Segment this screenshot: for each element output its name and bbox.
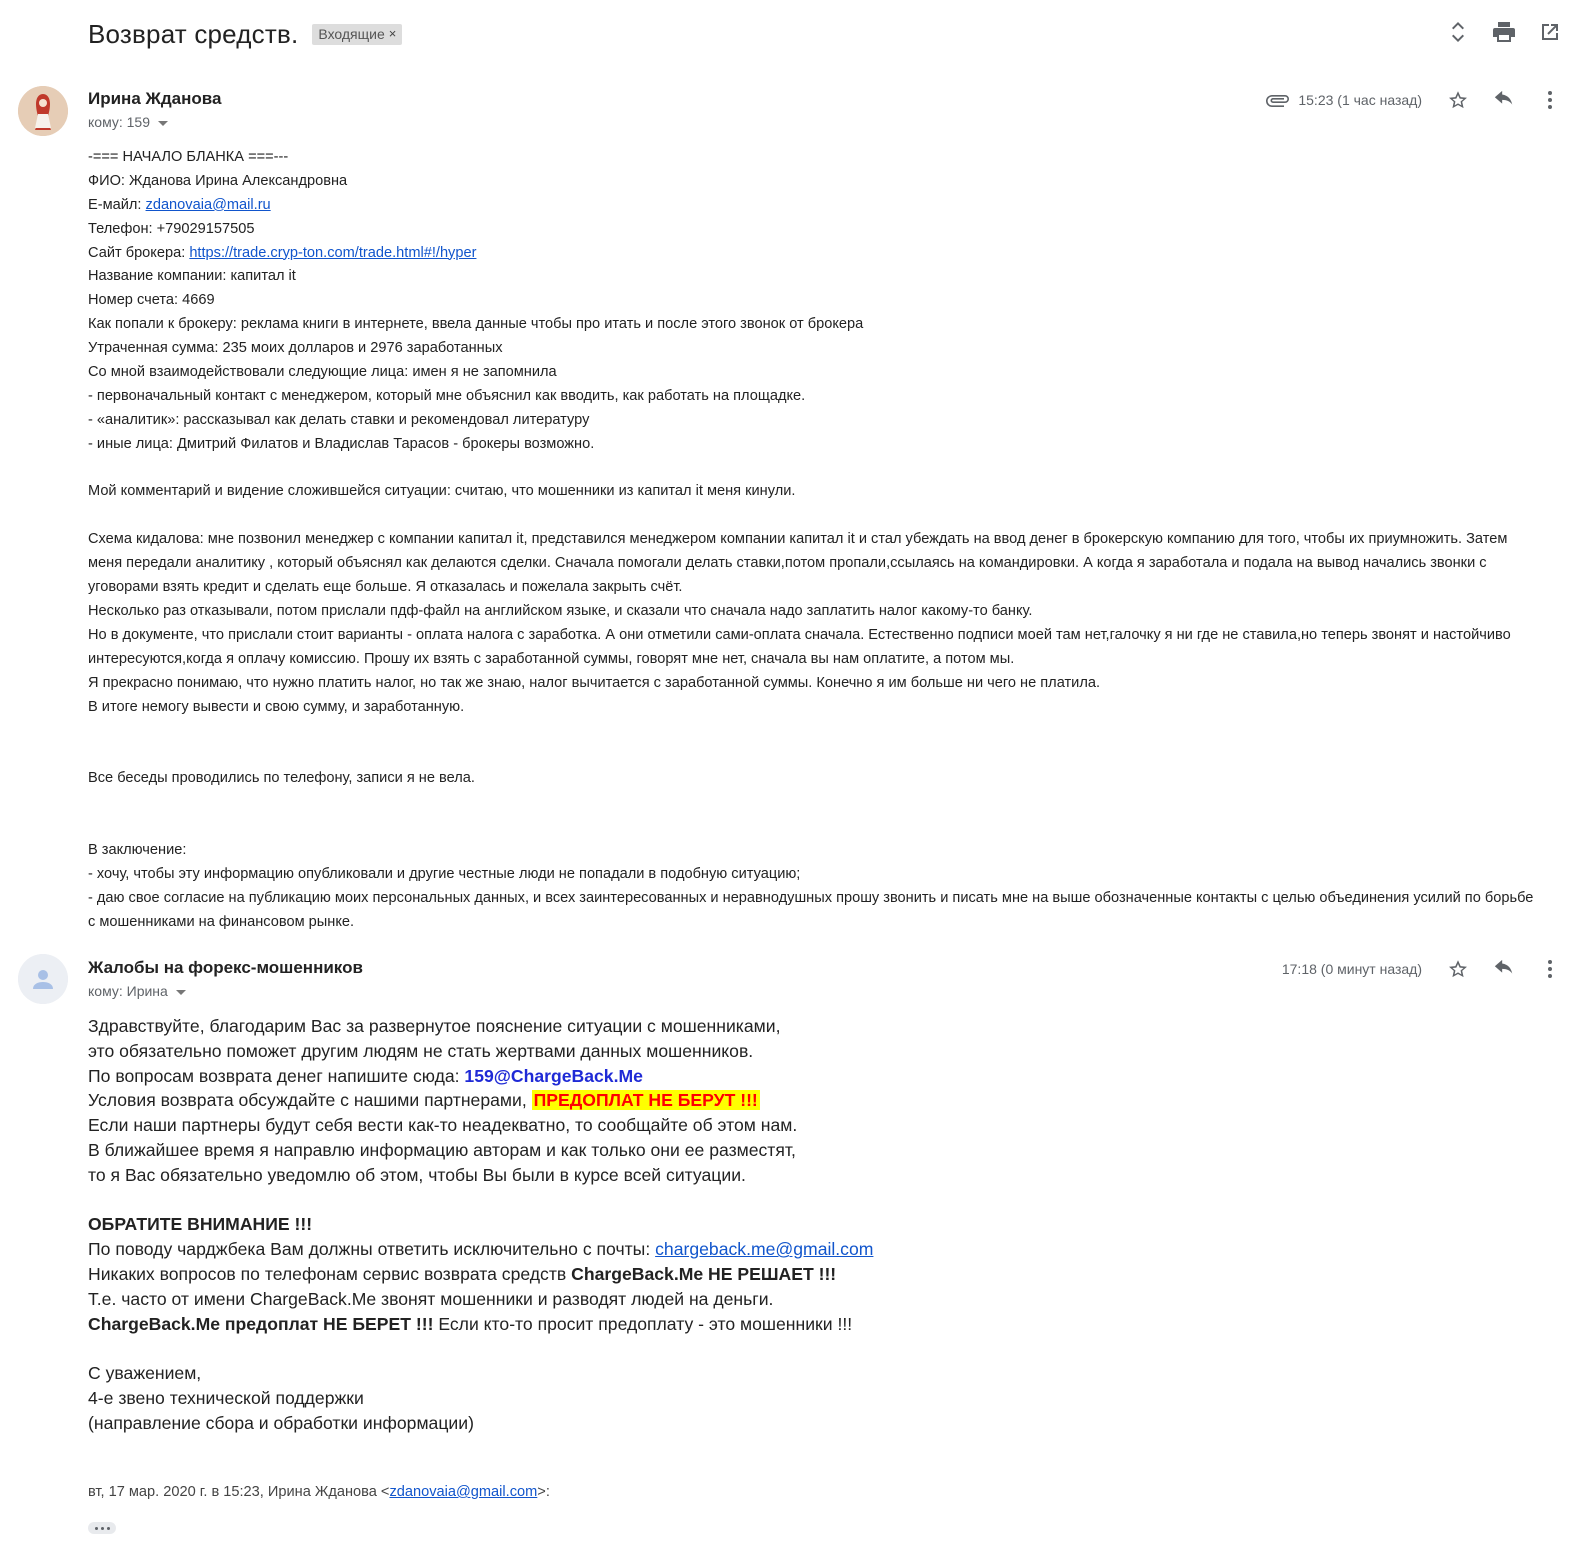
body-line: Название компании: капитал it	[88, 268, 296, 285]
recipient-line: кому: 159	[88, 114, 168, 130]
body-paragraph: Схема кидалова: мне позвонил менеджер с …	[88, 531, 1508, 596]
show-details-icon[interactable]	[175, 989, 186, 995]
body-text: Если кто-то просит предоплату - это моше…	[433, 1313, 853, 1334]
label-chip-text: Входящие	[318, 25, 385, 42]
contact-email: 159@ChargeBack.Me	[464, 1065, 643, 1086]
avatar-photo-icon	[18, 86, 68, 136]
more-vert-icon[interactable]	[1538, 86, 1562, 114]
body-line: - иные лица: Дмитрий Филатов и Владислав…	[88, 435, 595, 452]
body-line: Номер счета: 4669	[88, 292, 215, 309]
label-chip-inbox[interactable]: Входящие ×	[312, 23, 403, 45]
print-icon[interactable]	[1492, 18, 1516, 46]
broker-site-label: Сайт брокера:	[88, 244, 190, 261]
body-line: Здравствуйте, благодарим Вас за разверну…	[88, 1016, 781, 1036]
body-line: Мой комментарий и видение сложившейся си…	[88, 483, 796, 500]
body-paragraph: В итоге немогу вывести и свою сумму, и з…	[88, 698, 465, 715]
body-line: Телефон: +79029157505	[88, 220, 255, 237]
recipient-line: кому: Ирина	[88, 983, 186, 999]
message-meta: 15:23 (1 час назад)	[1266, 86, 1562, 114]
body-line: Утраченная сумма: 235 моих долларов и 29…	[88, 340, 503, 357]
message-time: 15:23 (1 час назад)	[1298, 92, 1422, 108]
thread-subject: Возврат средств.	[88, 18, 299, 49]
body-line: Е-майл: zdanovaia@mail.ru	[88, 194, 1538, 218]
body-line: Если наши партнеры будут себя вести как-…	[88, 1115, 798, 1136]
body-paragraph: - хочу, чтобы эту информацию опубликовал…	[88, 865, 801, 882]
thread-actions	[1446, 18, 1562, 46]
body-line: По вопросам возврата денег напишите сюда…	[88, 1064, 1488, 1089]
body-text: По поводу чарджбека Вам должны ответить …	[88, 1239, 656, 1260]
signature-line: 4-е звено технической поддержки	[88, 1387, 364, 1408]
body-text: По вопросам возврата денег напишите сюда…	[88, 1065, 465, 1086]
avatar	[18, 954, 68, 1004]
body-line: Со мной взаимодействовали следующие лица…	[88, 364, 557, 381]
show-trimmed-content-button[interactable]	[88, 1522, 116, 1534]
body-paragraph: Несколько раз отказывали, потом прислали…	[88, 602, 1033, 619]
body-line: Сайт брокера: https://trade.cryp-ton.com…	[88, 242, 1538, 266]
body-paragraph: Все беседы проводились по телефону, запи…	[88, 770, 475, 787]
default-user-icon	[18, 954, 68, 1004]
body-line: Как попали к брокеру: реклама книги в ин…	[88, 316, 864, 333]
quote-prefix: вт, 17 мар. 2020 г. в 15:23, Ирина Ждано…	[88, 1484, 390, 1500]
signature-line: С уважением,	[88, 1363, 202, 1384]
body-paragraph: Я прекрасно понимаю, что нужно платить н…	[88, 674, 1101, 691]
body-text: Никаких вопросов по телефонам сервис воз…	[88, 1263, 572, 1284]
chargeback-email-link[interactable]: chargeback.me@gmail.com	[655, 1239, 873, 1259]
recipient-text: кому: 159	[88, 114, 150, 130]
sender-name: Ирина Жданова	[88, 89, 222, 108]
body-line: Никаких вопросов по телефонам сервис воз…	[88, 1262, 1488, 1287]
expand-collapse-icon[interactable]	[1446, 18, 1470, 46]
reply-icon[interactable]	[1492, 86, 1516, 114]
attachment-icon	[1266, 93, 1290, 107]
email-label: Е-майл:	[88, 196, 146, 213]
bold-text: ChargeBack.Me НЕ РЕШАЕТ !!!	[571, 1263, 837, 1284]
email-link[interactable]: zdanovaia@mail.ru	[146, 197, 271, 213]
body-line: это обязательно поможет другим людям не …	[88, 1040, 754, 1061]
star-icon[interactable]	[1446, 86, 1470, 114]
recipient-text: кому: Ирина	[88, 983, 168, 999]
signature-line: (направление сбора и обработки информаци…	[88, 1412, 474, 1433]
body-text: Условия возврата обсуждайте с нашими пар…	[88, 1090, 532, 1111]
body-paragraph: В заключение:	[88, 841, 187, 858]
message-meta: 17:18 (0 минут назад)	[1282, 955, 1562, 983]
body-line: В ближайшее время я направлю информацию …	[88, 1139, 796, 1160]
body-line: По поводу чарджбека Вам должны ответить …	[88, 1237, 1488, 1262]
body-line: ФИО: Жданова Ирина Александровна	[88, 172, 348, 189]
body-line: ChargeBack.Me предоплат НЕ БЕРЕТ !!! Есл…	[88, 1312, 1488, 1337]
bold-text: ChargeBack.Me предоплат НЕ БЕРЕТ !!!	[88, 1313, 434, 1334]
message-time: 17:18 (0 минут назад)	[1281, 961, 1422, 977]
attention-heading: ОБРАТИТЕ ВНИМАНИЕ !!!	[88, 1214, 313, 1235]
broker-site-link[interactable]: https://trade.cryp-ton.com/trade.html#!/…	[189, 245, 476, 261]
quoted-header: вт, 17 мар. 2020 г. в 15:23, Ирина Ждано…	[88, 1484, 550, 1500]
more-vert-icon[interactable]	[1538, 955, 1562, 983]
body-line: Условия возврата обсуждайте с нашими пар…	[88, 1088, 1488, 1113]
body-line: то я Вас обязательно уведомлю об этом, ч…	[88, 1164, 746, 1185]
body-line: Т.е. часто от имени ChargeBack.Me звонят…	[88, 1288, 774, 1309]
body-paragraph: Но в документе, что прислали стоит вариа…	[88, 626, 1511, 667]
warning-highlight: ПРЕДОПЛАТ НЕ БЕРУТ !!!	[531, 1090, 760, 1111]
avatar	[18, 86, 68, 136]
body-paragraph: - даю свое согласие на публикацию моих п…	[88, 889, 1534, 930]
subject-row: Возврат средств. Входящие ×	[88, 14, 403, 54]
quote-email-link[interactable]: zdanovaia@gmail.com	[389, 1484, 537, 1500]
quote-suffix: >:	[537, 1484, 550, 1500]
reply-icon[interactable]	[1492, 955, 1516, 983]
show-details-icon[interactable]	[158, 120, 168, 126]
remove-label-icon[interactable]: ×	[389, 26, 397, 41]
message-body: -=== НАЧАЛО БЛАНКА ===--- ФИО: Жданова И…	[88, 146, 1538, 935]
sender-name: Жалобы на форекс-мошенников	[88, 958, 363, 977]
body-line: - первоначальный контакт с менеджером, к…	[88, 387, 806, 404]
open-new-window-icon[interactable]	[1538, 18, 1562, 46]
body-line: -=== НАЧАЛО БЛАНКА ===---	[88, 149, 289, 165]
body-line: - «аналитик»: рассказывал как делать ста…	[88, 411, 590, 428]
star-icon[interactable]	[1446, 955, 1470, 983]
message-body: Здравствуйте, благодарим Вас за разверну…	[88, 1014, 1488, 1436]
